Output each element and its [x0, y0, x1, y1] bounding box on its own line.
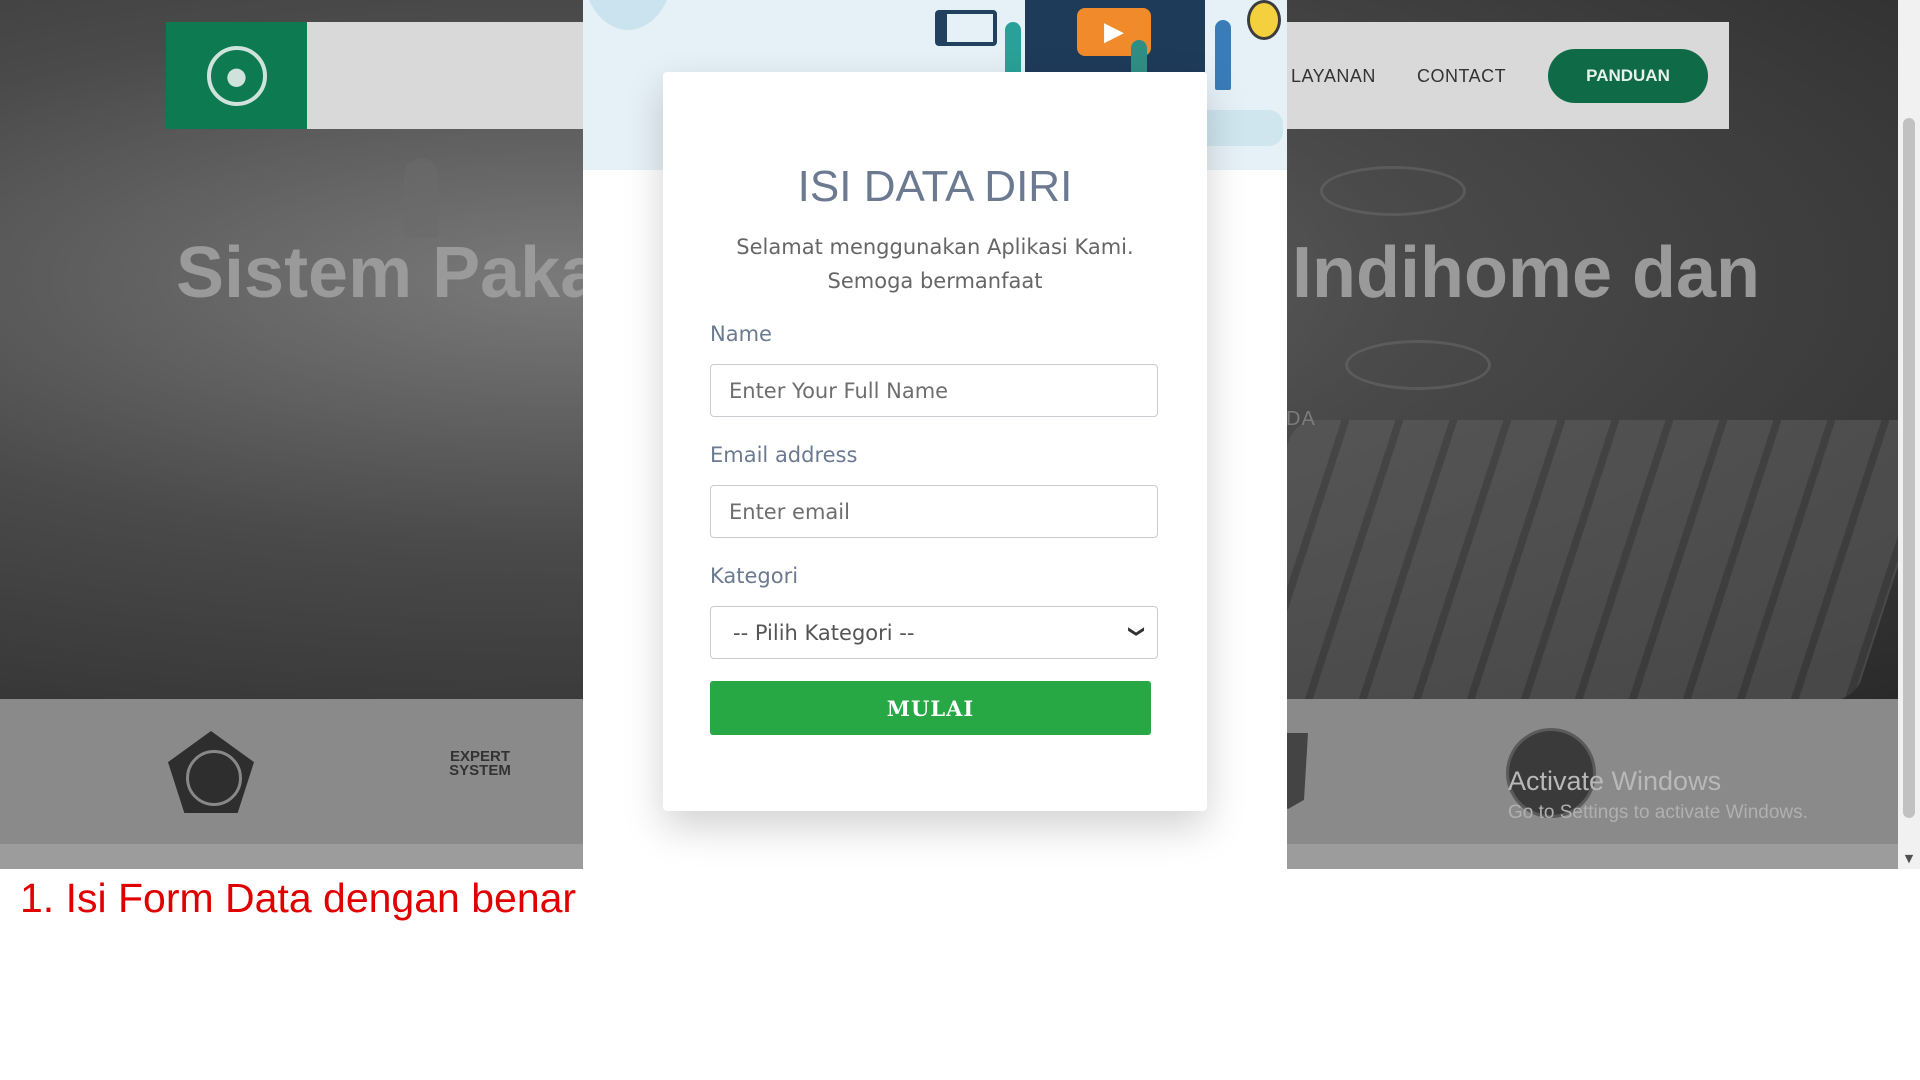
windows-activation-title: Activate Windows	[1508, 766, 1722, 796]
browser-viewport: Sistem Pakar Indihome dan DA ● LAYANAN C…	[0, 0, 1920, 869]
modal-title: ISI DATA DIRI	[797, 162, 1073, 211]
decorative-ring	[1345, 340, 1491, 390]
nav-link-layanan[interactable]: LAYANAN	[1291, 66, 1376, 87]
panduan-button[interactable]: PANDUAN	[1548, 49, 1708, 103]
instruction-caption: 1. Isi Form Data dengan benar	[20, 875, 577, 921]
megaphone-icon	[935, 10, 997, 46]
decorative-ring	[1320, 166, 1466, 216]
email-label: Email address	[710, 443, 858, 467]
kategori-select[interactable]: -- Pilih Kategori --	[710, 606, 1158, 659]
lightbulb-icon	[1247, 0, 1281, 40]
name-label: Name	[710, 322, 772, 346]
kategori-label: Kategori	[710, 564, 799, 588]
modal-subtitle: Selamat menggunakan Aplikasi Kami. Semog…	[736, 235, 1134, 293]
scrollbar-thumb[interactable]	[1903, 118, 1915, 818]
police-emblem-inner-ring	[186, 750, 242, 806]
page-scrollbar[interactable]: ▼	[1898, 0, 1920, 869]
hero-title-right: Indihome dan	[1292, 233, 1760, 313]
name-input[interactable]	[710, 364, 1158, 417]
hero-subtitle-fragment: DA	[1286, 408, 1316, 430]
email-input[interactable]	[710, 485, 1158, 538]
illustration-person-icon	[1215, 20, 1231, 90]
hero-title-left: Sistem Pakar	[176, 233, 629, 313]
nav-link-contact[interactable]: CONTACT	[1417, 66, 1506, 87]
flame-logo-icon: ●	[206, 45, 267, 106]
decorative-person-icon	[404, 158, 438, 238]
mulai-button[interactable]: MULAI	[710, 681, 1151, 735]
site-logo[interactable]: ●	[166, 22, 307, 129]
scroll-down-arrow-icon[interactable]: ▼	[1898, 851, 1920, 867]
expert-system-logo: EXPERT SYSTEM	[449, 748, 511, 779]
windows-activation-hint: Go to Settings to activate Windows.	[1508, 802, 1808, 823]
illustration-blob	[583, 0, 673, 30]
identity-form-card: ISI DATA DIRI Selamat menggunakan Aplika…	[663, 72, 1207, 811]
